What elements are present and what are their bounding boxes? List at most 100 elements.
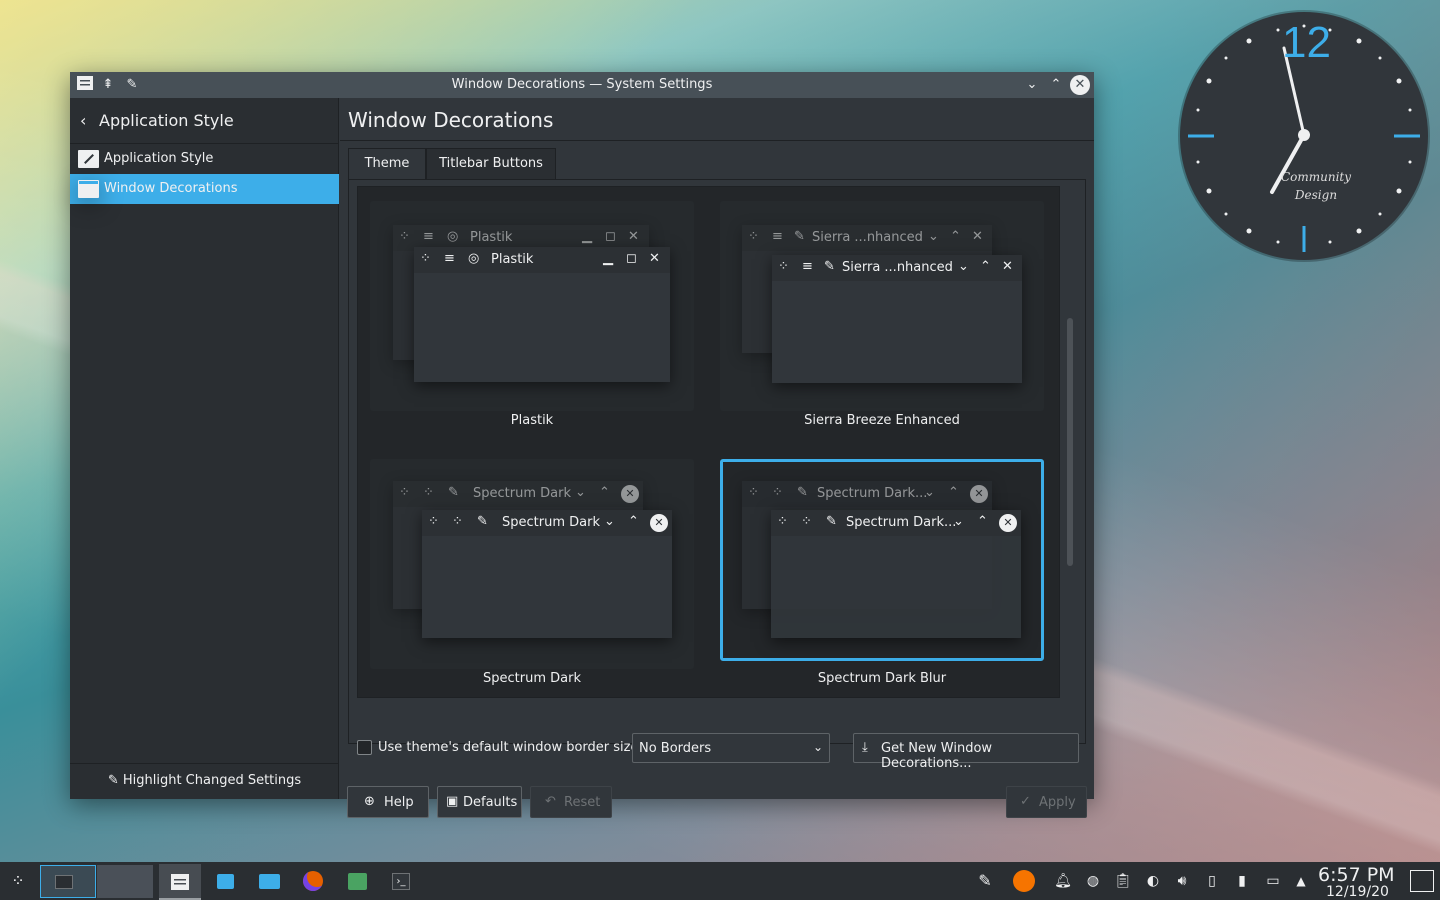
night-color-icon[interactable]: ◐ [1138,866,1168,896]
taskbar-time[interactable]: 6:57 PM [1318,864,1395,886]
sidebar-item-application-style[interactable]: Application Style [70,144,339,174]
theme-card-sierra-breeze-enhanced[interactable]: ⁘ ≡ ✎ Sierra ...nhanced ⌄ ⌃ ✕ ⁘ ≡ ✎ Sier [720,201,1044,411]
close-icon: ✕ [1002,259,1013,274]
sidebar-item-window-decorations[interactable]: Window Decorations [70,174,339,204]
divider [340,140,1094,141]
border-size-value: No Borders [639,741,712,756]
menu-dots-icon: ⁘ [772,485,783,500]
theme-card-plastik[interactable]: ⁘ ≡ ◎ Plastik ▁ ◻ ✕ ⁘ ≡ ◎ Plastik ▁ ◻ ✕ [370,201,694,411]
help-icon: ⊕ [364,794,375,809]
preview-titlebar: ⁘ ≡ ✎ Sierra ...nhanced ⌄ ⌃ ✕ [742,225,992,251]
preview-window-active: ⁘ ⁘ ✎ Spectrum Dark ⌄ ⌃ ✕ [422,510,672,638]
taskbar-date[interactable]: 12/19/20 [1326,884,1389,900]
menu-dots-icon: ⁘ [423,485,434,500]
preview-window-active: ⁘ ≡ ✎ Sierra ...nhanced ⌄ ⌃ ✕ [772,255,1022,383]
chevron-left-icon[interactable]: ‹ [80,111,86,130]
preview-titlebar: ⁘ ≡ ◎ Plastik ▁ ◻ ✕ [414,247,670,273]
highlight-changed-settings-button[interactable]: ✎ Highlight Changed Settings [70,763,339,799]
chevron-down-icon: ⌄ [958,259,969,274]
help-button[interactable]: ⊕ Help [347,786,429,818]
reset-button[interactable]: ↶ Reset [530,786,612,818]
maximize-chevron-up-icon[interactable]: ⌃ [1047,76,1065,94]
reset-label: Reset [564,795,601,810]
clock-brand-line1: Community [1280,170,1352,184]
clock-hour-label: 12 [1282,18,1331,67]
settings-icon: ◎ [468,251,480,266]
file-manager-icon[interactable] [254,866,284,896]
pin-icon: ✎ [824,259,835,274]
clock-brand-line2: Design [1294,188,1338,202]
menu-dots-icon: ⁘ [778,259,789,274]
show-hidden-icons-icon[interactable]: ▲ [1286,866,1316,896]
taskbar: ⁘ ›_ ✎ 🔔︎ ◍ 📋︎ ◐ 🔊︎ ▯ ▮ ▭ ▲ 6:57 PM 12/1… [0,862,1440,900]
preview-title: Plastik [491,252,534,267]
preview-window-active: ⁘ ⁘ ✎ Spectrum Dark... ⌄ ⌃ ✕ [771,510,1021,638]
download-icon: ⤓ [862,740,868,755]
theme-grid-scrollbar[interactable] [1064,186,1076,698]
default-border-size-checkbox[interactable] [357,740,372,755]
highlight-changed-text: Highlight Changed Settings [122,773,302,788]
tab-titlebar-buttons[interactable]: Titlebar Buttons [426,148,556,180]
pin-icon: ✎ [797,485,808,500]
minimize-chevron-down-icon[interactable]: ⌄ [1023,76,1041,94]
volume-icon[interactable]: 🔊︎ [1167,866,1197,896]
vpn-icon[interactable]: ◍ [1078,866,1108,896]
get-new-decorations-button[interactable]: ⤓ Get New Window Decorations... [853,733,1079,771]
pin-icon: ✎ [826,514,837,529]
task-system-settings[interactable] [159,864,201,900]
notifications-bell-icon[interactable]: 🔔︎ [1048,866,1078,896]
window-titlebar[interactable]: ⇞ ✎ Window Decorations — System Settings… [70,72,1094,98]
preview-title: Spectrum Dark... [817,486,928,501]
pin-icon: ✎ [477,514,488,529]
tab-theme[interactable]: Theme [348,148,426,180]
preview-title: Sierra ...nhanced [842,260,953,275]
window-decorations-icon [78,180,99,198]
document-icon: ▣ [446,794,459,809]
theme-grid[interactable]: ⁘ ≡ ◎ Plastik ▁ ◻ ✕ ⁘ ≡ ◎ Plastik ▁ ◻ ✕ … [357,186,1060,698]
close-icon: ✕ [650,514,668,532]
menu-dots-icon: ⁘ [748,229,759,244]
menu-dots-icon: ⁘ [777,514,788,529]
removable-device-icon[interactable]: ▯ [1197,866,1227,896]
theme-name-label: Plastik [510,413,554,428]
terminal-icon[interactable]: ›_ [386,866,416,896]
network-icon[interactable]: ▭ [1258,866,1288,896]
clipboard-icon[interactable]: 📋︎ [1108,866,1138,896]
color-picker-icon[interactable]: ✎ [970,866,1000,896]
preview-titlebar: ⁘ ⁘ ✎ Spectrum Dark ⌄ ⌃ ✕ [393,481,643,507]
menu-lines-icon: ≡ [444,251,455,266]
defaults-button[interactable]: ▣ Defaults [437,786,522,818]
sidebar-back-header[interactable]: ‹ Application Style [70,98,339,144]
close-icon: ✕ [649,251,660,266]
show-desktop-icon[interactable] [1410,870,1434,892]
desktop-clock-widget[interactable]: 12 Community Design [1180,12,1428,260]
theme-card-spectrum-dark[interactable]: ⁘ ⁘ ✎ Spectrum Dark ⌄ ⌃ ✕ ⁘ ⁘ ✎ Spectrum [370,459,694,669]
menu-dots-icon: ⁘ [420,251,431,266]
border-size-select[interactable]: No Borders ⌄ [632,733,830,763]
system-monitor-icon[interactable] [342,866,372,896]
highlight-changed-label: ✎ Highlight Changed Settings [70,773,339,788]
close-icon[interactable]: ✕ [1070,75,1090,95]
sidebar-item-label: Window Decorations [104,181,238,196]
desktop-window-thumb-icon [55,875,73,889]
virtual-desktop-2[interactable] [97,865,153,898]
checkmark-icon: ✓ [1020,794,1031,809]
get-new-label: Get New Window Decorations... [881,741,993,771]
menu-dots-icon: ⁘ [801,514,812,529]
virtual-desktop-1[interactable] [40,865,96,898]
orange-status-icon[interactable] [1009,866,1039,896]
firefox-icon[interactable] [298,866,328,896]
scrollbar-thumb[interactable] [1067,318,1073,566]
menu-dots-icon: ⁘ [399,229,410,244]
application-launcher-icon[interactable]: ⁘ [3,866,33,896]
default-border-size-label[interactable]: Use theme's default window border size [378,740,638,755]
discover-store-icon[interactable] [210,866,240,896]
chevron-down-icon: ⌄ [924,485,935,500]
close-icon: ✕ [972,229,983,244]
theme-card-spectrum-dark-blur[interactable]: ⁘ ⁘ ✎ Spectrum Dark... ⌄ ⌃ ✕ ⁘ ⁘ ✎ Spect [720,459,1044,661]
battery-icon[interactable]: ▮ [1227,866,1257,896]
menu-dots-icon: ⁘ [399,485,410,500]
undo-icon: ↶ [545,794,556,809]
main-panel: Window Decorations Theme Titlebar Button… [340,98,1094,818]
apply-button[interactable]: ✓ Apply [1006,786,1087,818]
